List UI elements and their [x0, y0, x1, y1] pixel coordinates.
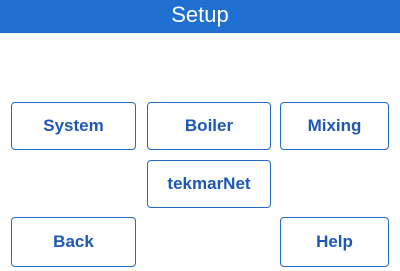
back-button[interactable]: Back [11, 217, 136, 267]
boiler-button[interactable]: Boiler [147, 102, 271, 150]
page-title: Setup [171, 2, 229, 27]
tekmarnet-button[interactable]: tekmarNet [147, 160, 271, 208]
help-button[interactable]: Help [280, 217, 389, 267]
mixing-button[interactable]: Mixing [280, 102, 389, 150]
title-bar: Setup [0, 0, 400, 33]
system-button[interactable]: System [11, 102, 136, 150]
